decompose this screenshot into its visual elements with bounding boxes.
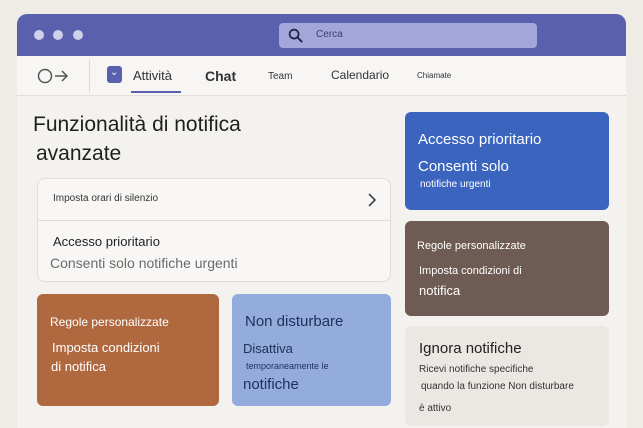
priority-access-card[interactable]: Accesso prioritario Consenti solo notifi… [405, 112, 609, 210]
tab-attivita[interactable]: Attività [133, 68, 172, 83]
custom-rules-card-right[interactable]: Regole personalizzate Imposta condizioni… [405, 221, 609, 316]
active-tab-indicator [131, 91, 181, 93]
card-title: Regole personalizzate [417, 240, 526, 252]
card-text: quando la funzione Non disturbare [421, 381, 574, 392]
card-title: Non disturbare [245, 313, 344, 330]
priority-access-desc: Consenti solo notifiche urgenti [50, 255, 238, 271]
window-control-dot[interactable] [53, 30, 63, 40]
window-control-dot[interactable] [73, 30, 83, 40]
app-window: Cerca ⌄ Attività Chat Team Calendario Ch… [17, 14, 626, 428]
priority-access-label[interactable]: Accesso prioritario [53, 234, 160, 249]
card-text: Disattiva [243, 341, 293, 356]
card-text: Imposta condizioni [52, 340, 160, 355]
card-title: Ignora notifiche [419, 340, 522, 357]
card-title: Regole personalizzate [50, 315, 169, 329]
card-text: di notifica [51, 359, 106, 374]
settings-card: Imposta orari di silenzio Accesso priori… [37, 178, 391, 282]
settings-divider [38, 220, 390, 221]
title-bar: Cerca [17, 14, 626, 56]
toolbar: ⌄ Attività Chat Team Calendario Chiamate [17, 56, 626, 96]
custom-rules-card[interactable]: Regole personalizzate Imposta condizioni… [37, 294, 219, 406]
back-arrow-icon[interactable] [37, 68, 71, 84]
card-text: notifiche urgenti [420, 179, 491, 190]
tab-calendario[interactable]: Calendario [331, 68, 389, 82]
card-text: Imposta condizioni di [419, 265, 522, 277]
card-text: è attivo [419, 403, 452, 414]
tab-chat[interactable]: Chat [205, 68, 236, 84]
card-text: notifiche [243, 376, 299, 393]
card-text: Consenti solo [418, 158, 509, 175]
card-text: Ricevi notifiche specifiche [419, 364, 534, 375]
quiet-hours-label[interactable]: Imposta orari di silenzio [53, 193, 158, 204]
window-control-dot[interactable] [34, 30, 44, 40]
app-icon[interactable]: ⌄ [107, 66, 122, 83]
card-text: temporaneamente le [246, 361, 329, 371]
toolbar-divider [89, 60, 90, 92]
search-placeholder: Cerca [316, 29, 343, 40]
tab-team[interactable]: Team [268, 71, 292, 82]
search-icon [288, 28, 303, 43]
page-title: Funzionalità di notifica avanzate [33, 110, 333, 168]
tab-chiamate[interactable]: Chiamate [417, 71, 451, 80]
card-title: Accesso prioritario [418, 131, 542, 148]
page-title-line: Funzionalità di notifica [33, 113, 241, 136]
search-input[interactable]: Cerca [279, 23, 537, 48]
card-text: notifica [419, 283, 461, 298]
page-title-line: avanzate [36, 142, 122, 165]
do-not-disturb-card[interactable]: Non disturbare Disattiva temporaneamente… [232, 294, 391, 406]
ignore-notifications-card[interactable]: Ignora notifiche Ricevi notifiche specif… [405, 326, 609, 426]
chevron-right-icon[interactable] [367, 193, 377, 207]
